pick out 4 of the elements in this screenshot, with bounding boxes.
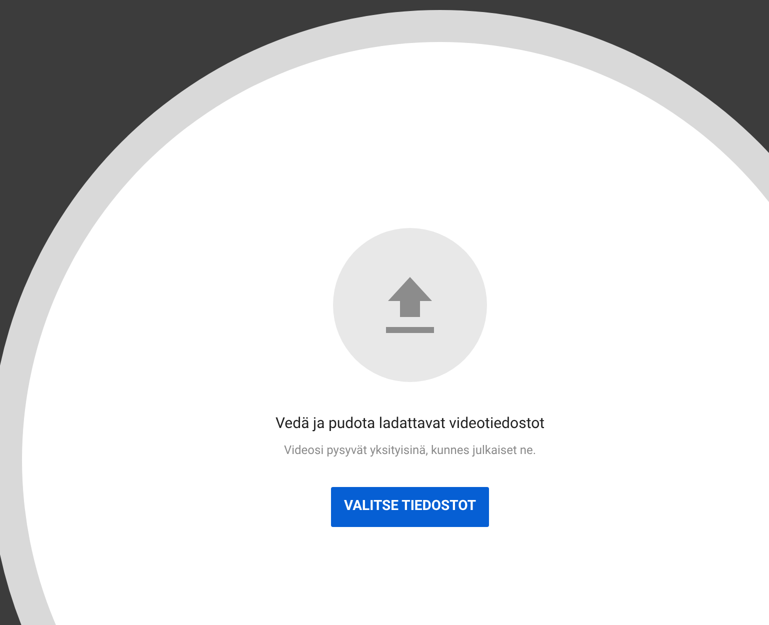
drop-heading: Vedä ja pudota ladattavat videotiedostot (275, 413, 545, 434)
select-files-button[interactable]: VALITSE TIEDOSTOT (330, 486, 490, 526)
upload-icon (386, 275, 434, 335)
privacy-note: Videosi pysyvät yksityisinä, kunnes julkaiset ne. (284, 442, 536, 458)
